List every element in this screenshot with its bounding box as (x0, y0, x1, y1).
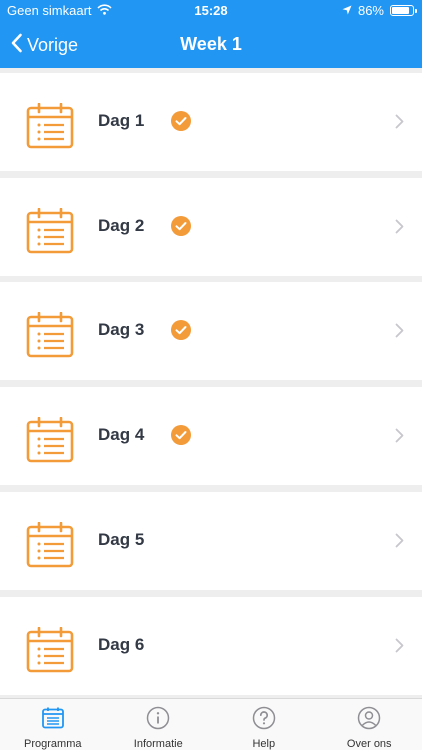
chevron-right-icon (395, 428, 404, 448)
day-label: Dag 1 (98, 111, 145, 130)
calendar-icon (26, 312, 74, 363)
day-row-6[interactable]: Dag 6 (0, 596, 422, 695)
location-arrow-icon (342, 3, 352, 18)
calendar-icon (41, 706, 65, 735)
day-label: Dag 3 (98, 320, 145, 340)
battery-icon (390, 5, 417, 16)
tab-help[interactable]: Help (211, 699, 317, 750)
tab-label: Help (252, 738, 276, 750)
calendar-icon (26, 207, 74, 259)
day-row-5[interactable]: Dag 5 (0, 491, 422, 590)
tab-label: Programma (24, 738, 82, 750)
checkmark-icon (171, 215, 191, 241)
chevron-right-icon (395, 219, 404, 239)
tab-label: Informatie (133, 738, 183, 750)
day-label: Dag 4 (98, 425, 145, 445)
tab-label: Over ons (346, 738, 392, 750)
chevron-right-icon (395, 638, 404, 658)
battery-percent: 86% (357, 3, 384, 18)
calendar-icon (26, 102, 74, 154)
status-right: 86% (342, 3, 417, 18)
battery-fill (392, 7, 410, 14)
chevron-right-icon (395, 533, 404, 553)
status-bar: Geen simkaart 15:28 86% (0, 0, 422, 22)
calendar-icon (26, 626, 74, 678)
chevron-right-icon (395, 323, 404, 343)
header-bar: Geen simkaart 15:28 86% Vorige Week 1 (0, 0, 422, 68)
checkmark-icon (171, 425, 191, 450)
day-row-3[interactable]: Dag 3 (0, 282, 422, 381)
person-icon (357, 706, 381, 735)
page-title: Week 1 (180, 34, 242, 54)
nav-bar: Vorige Week 1 (0, 22, 422, 68)
tab-over-ons[interactable]: Over ons (317, 699, 422, 750)
day-row-2[interactable]: Dag 2 (0, 177, 422, 276)
day-row-1[interactable]: Dag 1 (0, 73, 422, 171)
day-label: Dag 2 (98, 215, 145, 235)
tab-informatie[interactable]: Informatie (106, 699, 212, 750)
chevron-right-icon (395, 114, 404, 134)
help-icon (252, 706, 276, 735)
day-label: Dag 6 (98, 634, 145, 654)
tab-bar: Programma Informatie Help Over ons (0, 698, 422, 750)
day-row-4[interactable]: Dag 4 (0, 387, 422, 486)
checkmark-icon (171, 320, 191, 345)
calendar-icon (26, 521, 74, 573)
tab-programma[interactable]: Programma (0, 699, 106, 750)
day-label: Dag 5 (98, 529, 145, 549)
calendar-icon (26, 416, 74, 468)
checkmark-icon (171, 111, 191, 136)
info-icon (146, 706, 170, 735)
